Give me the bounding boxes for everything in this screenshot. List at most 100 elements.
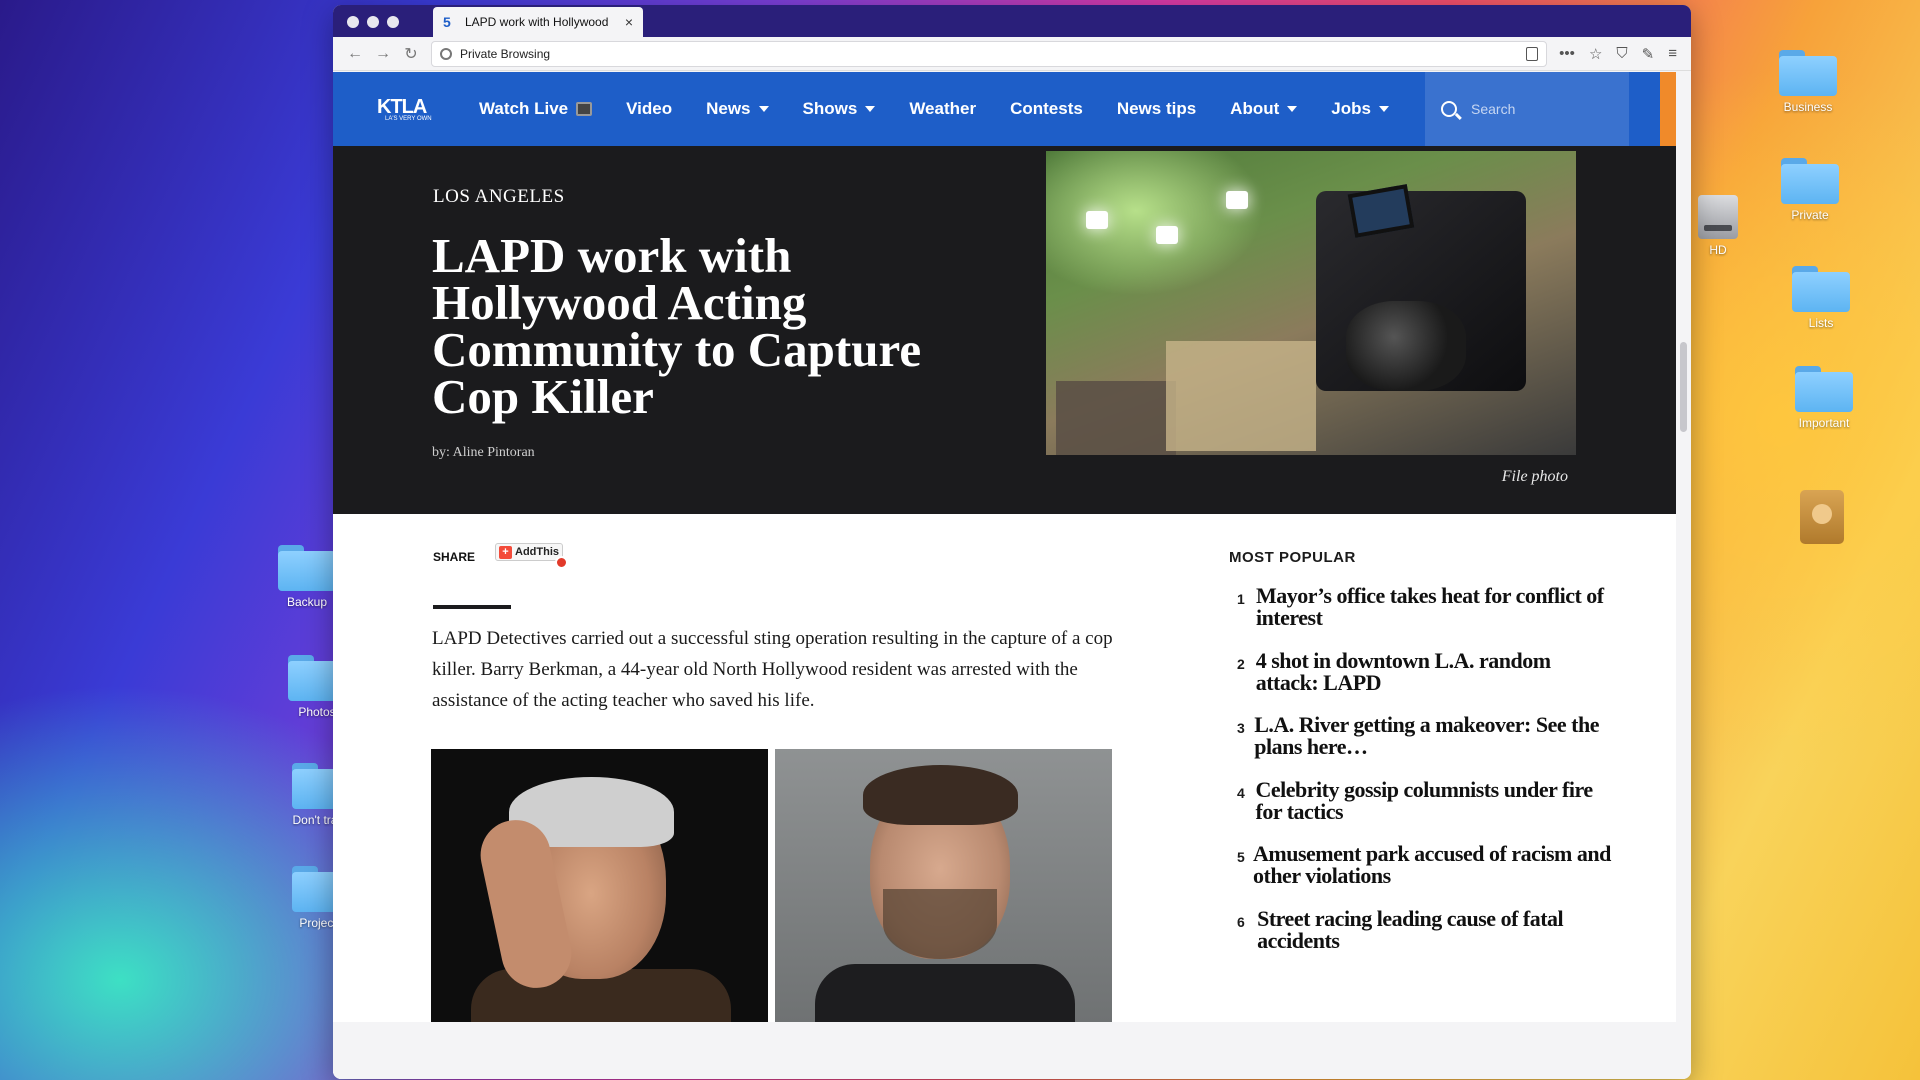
nav-news[interactable]: News bbox=[706, 99, 769, 119]
photo-caption: File photo bbox=[1501, 468, 1568, 485]
site-search bbox=[1425, 72, 1629, 146]
more-icon[interactable]: ••• bbox=[1559, 45, 1575, 62]
addthis-badge-icon bbox=[555, 556, 568, 569]
tv-icon bbox=[576, 102, 593, 116]
desktop-folder-important[interactable]: Important bbox=[1779, 366, 1869, 430]
desktop-folder-label: Lists bbox=[1808, 316, 1834, 330]
chevron-down-icon bbox=[758, 106, 769, 112]
nav-news-tips[interactable]: News tips bbox=[1117, 99, 1196, 119]
close-window-button[interactable] bbox=[347, 16, 359, 28]
accent-strip bbox=[1660, 72, 1676, 146]
article-kicker[interactable]: LOS ANGELES bbox=[433, 186, 565, 208]
logo-tagline: LA'S VERY OWN bbox=[385, 116, 432, 122]
popular-rank: 3 bbox=[1237, 720, 1245, 736]
browser-toolbar: ← → ↻ Private Browsing ••• ☆ ⛉ ✎ ≡ bbox=[333, 37, 1691, 71]
desktop-folder-private[interactable]: Private bbox=[1765, 158, 1855, 222]
article-body: LAPD Detectives carried out a successful… bbox=[432, 628, 1113, 711]
menu-icon[interactable]: ≡ bbox=[1668, 45, 1677, 62]
folder-icon bbox=[278, 545, 336, 591]
maximize-window-button[interactable] bbox=[387, 16, 399, 28]
nav-label: Jobs bbox=[1331, 99, 1371, 118]
desktop-folder-label: Private bbox=[1791, 208, 1829, 222]
hard-drive-icon bbox=[1698, 195, 1738, 239]
desktop-folder-label: Important bbox=[1798, 416, 1850, 430]
popular-headline[interactable]: L.A. River getting a makeover: See the p… bbox=[1254, 714, 1617, 779]
article-headline: LAPD work with Hollywood Acting Communit… bbox=[432, 228, 922, 424]
minimize-window-button[interactable] bbox=[367, 16, 379, 28]
popular-headline[interactable]: Celebrity gossip columnists under fire f… bbox=[1256, 778, 1617, 844]
folder-icon bbox=[1779, 50, 1837, 96]
folder-icon bbox=[1781, 158, 1839, 204]
back-arrow-icon[interactable]: ← bbox=[341, 45, 369, 63]
popular-rank: 2 bbox=[1237, 655, 1245, 672]
nav-video[interactable]: Video bbox=[626, 99, 672, 119]
bookmark-star-icon[interactable]: ☆ bbox=[1589, 45, 1602, 63]
nav-label: Weather bbox=[909, 99, 977, 118]
url-bar[interactable]: Private Browsing bbox=[431, 40, 1548, 67]
popular-rank: 5 bbox=[1237, 849, 1245, 865]
nav-shows[interactable]: Shows bbox=[803, 99, 876, 119]
article-byline: by: Aline Pintoran bbox=[432, 445, 535, 460]
hero-photo-film-camera bbox=[1046, 151, 1576, 455]
popular-headline[interactable]: Amusement park accused of racism and oth… bbox=[1253, 843, 1617, 908]
popular-item[interactable]: 2 4 shot in downtown L.A. random attack: … bbox=[1237, 649, 1617, 715]
popular-item[interactable]: 1 Mayor’s office takes heat for conflict … bbox=[1237, 585, 1617, 650]
nav-weather[interactable]: Weather bbox=[909, 99, 976, 119]
desktop-folder-label: Business bbox=[1783, 100, 1833, 114]
nav-label: Watch Live bbox=[479, 99, 569, 118]
close-tab-icon[interactable]: × bbox=[625, 14, 633, 30]
desktop-folder-lists[interactable]: Lists bbox=[1776, 266, 1866, 330]
popular-headline[interactable]: Street racing leading cause of fatal acc… bbox=[1257, 907, 1617, 973]
reader-view-icon[interactable] bbox=[1526, 46, 1539, 61]
tab-bar: 5 LAPD work with Hollywood × bbox=[333, 5, 1691, 37]
nav-about[interactable]: About bbox=[1230, 99, 1298, 119]
ktla-favicon-icon: 5 bbox=[443, 14, 451, 30]
popular-item[interactable]: 3 L.A. River getting a makeover: See the … bbox=[1237, 714, 1617, 779]
plus-icon: + bbox=[499, 545, 512, 559]
nav-label: Contests bbox=[1010, 99, 1083, 118]
page-bottom-area bbox=[333, 1022, 1676, 1079]
extensions-icon[interactable]: ✎ bbox=[1642, 45, 1655, 63]
popular-item[interactable]: 4 Celebrity gossip columnists under fire … bbox=[1237, 778, 1617, 844]
web-page: KTLA LA'S VERY OWN Watch Live Video News… bbox=[333, 72, 1676, 1079]
nav-contests[interactable]: Contests bbox=[1010, 99, 1083, 119]
desktop-folder-business[interactable]: Business bbox=[1763, 50, 1853, 114]
tab-title: LAPD work with Hollywood bbox=[465, 15, 609, 29]
nav-label: About bbox=[1230, 99, 1280, 118]
forward-arrow-icon[interactable]: → bbox=[369, 45, 397, 63]
nav-jobs[interactable]: Jobs bbox=[1331, 99, 1389, 119]
popular-item[interactable]: 5 Amusement park accused of racism and ot… bbox=[1237, 843, 1617, 908]
nav-label: Video bbox=[626, 99, 673, 118]
popular-headline[interactable]: 4 shot in downtown L.A. random attack: L… bbox=[1256, 649, 1617, 715]
popular-item[interactable]: 6 Street racing leading cause of fatal ac… bbox=[1237, 907, 1617, 973]
chevron-down-icon bbox=[865, 106, 876, 112]
nav-label: News bbox=[706, 99, 751, 118]
ktla-logo[interactable]: KTLA LA'S VERY OWN bbox=[377, 96, 449, 122]
share-divider bbox=[433, 605, 511, 609]
chevron-down-icon bbox=[1287, 106, 1298, 112]
article-photo-right bbox=[775, 749, 1112, 1022]
page-scrollbar[interactable] bbox=[1676, 72, 1691, 1079]
popular-headline[interactable]: Mayor’s office takes heat for conflict o… bbox=[1256, 585, 1617, 650]
shield-icon[interactable]: ⛉ bbox=[1616, 45, 1627, 62]
scrollbar-thumb[interactable] bbox=[1680, 342, 1687, 432]
popular-rank: 4 bbox=[1237, 784, 1245, 801]
most-popular-list: 1 Mayor’s office takes heat for conflict … bbox=[1237, 585, 1617, 972]
search-input[interactable] bbox=[1471, 101, 1611, 117]
article-hero: LOS ANGELES LAPD work with Hollywood Act… bbox=[333, 146, 1676, 514]
url-text: Private Browsing bbox=[460, 46, 551, 61]
logo-text: KTLA bbox=[377, 96, 427, 118]
reload-icon[interactable]: ↻ bbox=[397, 44, 425, 64]
nav-label: Shows bbox=[802, 99, 858, 118]
addthis-button[interactable]: + AddThis bbox=[495, 543, 563, 561]
popular-rank: 6 bbox=[1237, 913, 1245, 930]
window-controls bbox=[347, 16, 399, 28]
desktop-contacts-app[interactable] bbox=[1777, 490, 1867, 544]
private-browsing-icon bbox=[440, 47, 452, 60]
search-icon[interactable] bbox=[1441, 101, 1457, 117]
tab-active[interactable]: 5 LAPD work with Hollywood × bbox=[433, 7, 643, 37]
most-popular-title: MOST POPULAR bbox=[1229, 549, 1356, 566]
nav-watch-live[interactable]: Watch Live bbox=[479, 99, 593, 119]
share-label: SHARE bbox=[433, 550, 476, 564]
addthis-label: AddThis bbox=[515, 546, 559, 558]
